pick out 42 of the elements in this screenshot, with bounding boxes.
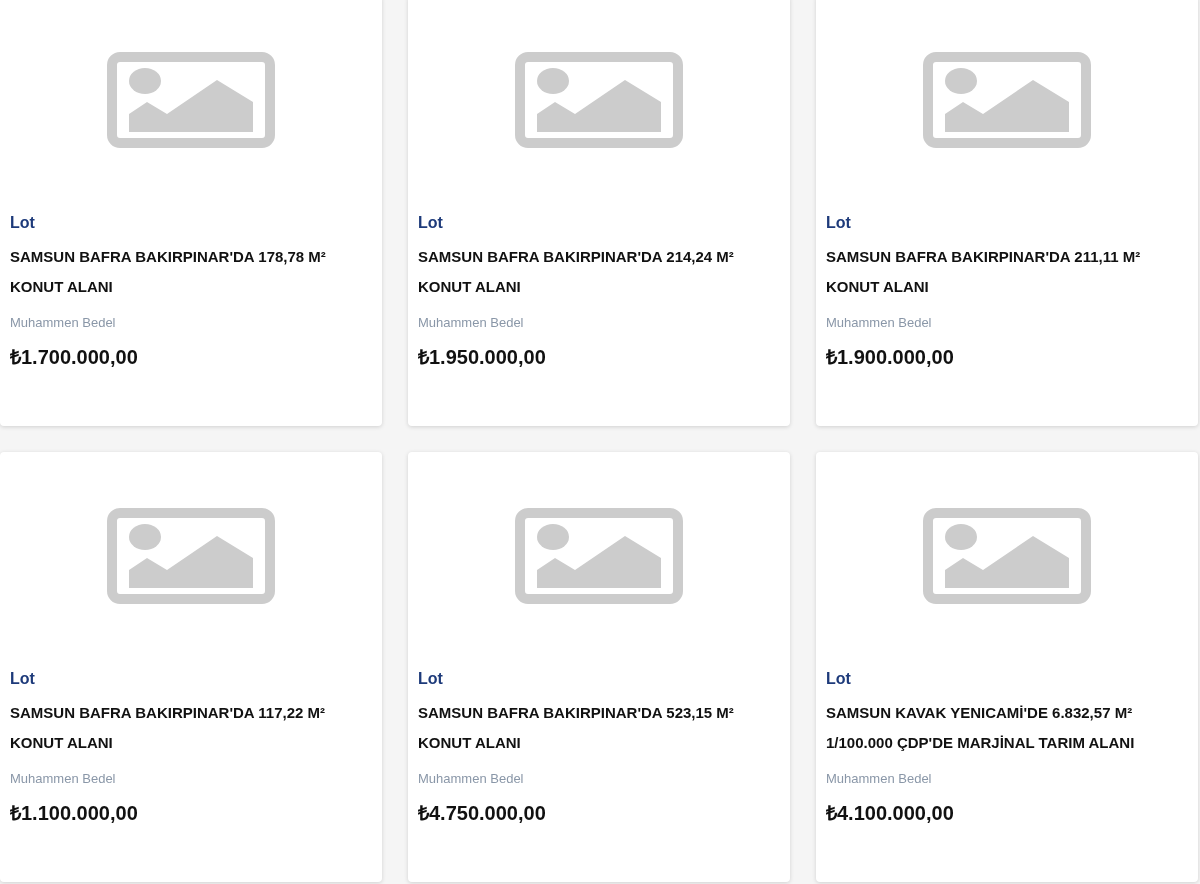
listing-category: Lot: [826, 213, 851, 233]
listing-category: Lot: [10, 669, 35, 689]
listing-card[interactable]: Lot SAMSUN BAFRA BAKIRPINAR'DA 117,22 M² KONUT ALANI Muhammen Bedel ₺1.100.000,00: [0, 452, 382, 882]
listing-title: SAMSUN BAFRA BAKIRPINAR'DA 117,22 M²: [10, 703, 325, 723]
listing-card[interactable]: Lot SAMSUN BAFRA BAKIRPINAR'DA 523,15 M² KONUT ALANI Muhammen Bedel ₺4.750.000,00: [408, 452, 790, 882]
listing-card[interactable]: Lot SAMSUN BAFRA BAKIRPINAR'DA 178,78 M² KONUT ALANI Muhammen Bedel ₺1.700.000,00: [0, 0, 382, 426]
price-label: Muhammen Bedel: [10, 314, 116, 332]
listing-title: KONUT ALANI: [10, 733, 113, 753]
listing-category: Lot: [418, 669, 443, 689]
listing-title: SAMSUN BAFRA BAKIRPINAR'DA 211,11 M²: [826, 247, 1141, 267]
listing-title: SAMSUN KAVAK YENICAMİ'DE 6.832,57 M²: [826, 703, 1133, 723]
price-label: Muhammen Bedel: [826, 770, 932, 788]
listing-price: ₺1.900.000,00: [826, 345, 954, 370]
listing-title: KONUT ALANI: [418, 277, 521, 297]
listing-title: 1/100.000 ÇDP'DE MARJİNAL TARIM ALANI: [826, 733, 1135, 753]
price-label: Muhammen Bedel: [418, 770, 524, 788]
image-placeholder-icon: [923, 508, 1091, 604]
listing-category: Lot: [10, 213, 35, 233]
price-label: Muhammen Bedel: [10, 770, 116, 788]
listing-category: Lot: [418, 213, 443, 233]
image-placeholder-icon: [515, 52, 683, 148]
listing-category: Lot: [826, 669, 851, 689]
price-label: Muhammen Bedel: [826, 314, 932, 332]
image-placeholder-icon: [515, 508, 683, 604]
listing-price: ₺4.750.000,00: [418, 801, 546, 826]
listing-card[interactable]: Lot SAMSUN BAFRA BAKIRPINAR'DA 211,11 M² KONUT ALANI Muhammen Bedel ₺1.900.000,00: [816, 0, 1198, 426]
price-label: Muhammen Bedel: [418, 314, 524, 332]
listing-card[interactable]: Lot SAMSUN BAFRA BAKIRPINAR'DA 214,24 M² KONUT ALANI Muhammen Bedel ₺1.950.000,00: [408, 0, 790, 426]
listing-title: KONUT ALANI: [418, 733, 521, 753]
listing-title: KONUT ALANI: [826, 277, 929, 297]
image-placeholder-icon: [107, 52, 275, 148]
listing-price: ₺1.950.000,00: [418, 345, 546, 370]
listing-card[interactable]: Lot SAMSUN KAVAK YENICAMİ'DE 6.832,57 M² 1/100.000 ÇDP'DE MARJİNAL TARIM ALANI Muhammen Bedel ₺4.100.000,00: [816, 452, 1198, 882]
listing-price: ₺4.100.000,00: [826, 801, 954, 826]
listing-price: ₺1.100.000,00: [10, 801, 138, 826]
listing-title: SAMSUN BAFRA BAKIRPINAR'DA 178,78 M²: [10, 247, 326, 267]
image-placeholder-icon: [923, 52, 1091, 148]
listing-title: SAMSUN BAFRA BAKIRPINAR'DA 523,15 M²: [418, 703, 734, 723]
listing-title: KONUT ALANI: [10, 277, 113, 297]
image-placeholder-icon: [107, 508, 275, 604]
listing-price: ₺1.700.000,00: [10, 345, 138, 370]
listing-title: SAMSUN BAFRA BAKIRPINAR'DA 214,24 M²: [418, 247, 734, 267]
